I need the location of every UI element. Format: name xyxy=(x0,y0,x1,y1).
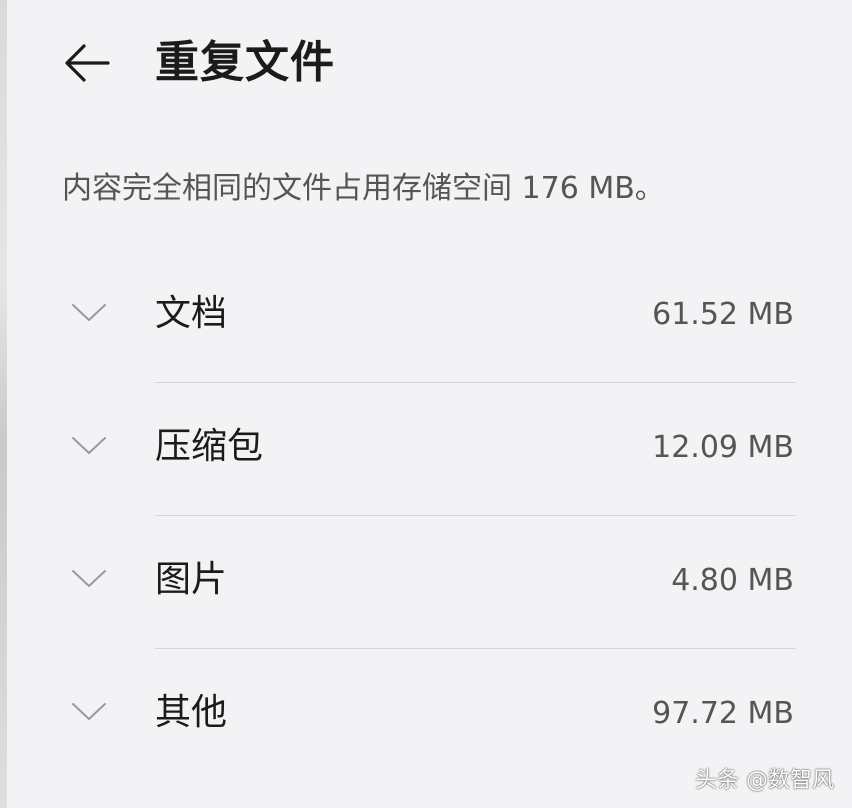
storage-summary: 内容完全相同的文件占用存储空间 176 MB。 xyxy=(62,171,665,206)
category-size: 12.09 MB xyxy=(652,430,794,465)
category-size: 61.52 MB xyxy=(652,297,794,332)
category-size: 97.72 MB xyxy=(652,696,794,731)
header: 重复文件 xyxy=(0,0,852,130)
back-button[interactable] xyxy=(58,36,116,90)
back-arrow-icon xyxy=(65,44,110,82)
chevron-down-icon[interactable] xyxy=(70,566,108,590)
chevron-down-icon[interactable] xyxy=(70,699,108,723)
category-row-archives[interactable]: 压缩包 12.09 MB xyxy=(0,383,852,516)
category-label: 其他 xyxy=(155,692,228,733)
category-row-documents[interactable]: 文档 61.52 MB xyxy=(0,250,852,383)
chevron-down-icon[interactable] xyxy=(70,433,108,457)
watermark: 头条 @数智风 xyxy=(695,768,834,793)
page-title: 重复文件 xyxy=(155,37,335,88)
chevron-down-icon[interactable] xyxy=(70,300,108,324)
category-label: 压缩包 xyxy=(155,426,264,467)
duplicate-files-screen: 重复文件 内容完全相同的文件占用存储空间 176 MB。 文档 61.52 MB… xyxy=(0,0,852,808)
category-size: 4.80 MB xyxy=(671,563,794,598)
category-label: 图片 xyxy=(155,559,228,600)
category-row-images[interactable]: 图片 4.80 MB xyxy=(0,516,852,649)
category-label: 文档 xyxy=(155,293,228,334)
category-list: 文档 61.52 MB 压缩包 12.09 MB 图片 4.80 MB 其他 9… xyxy=(0,250,852,782)
